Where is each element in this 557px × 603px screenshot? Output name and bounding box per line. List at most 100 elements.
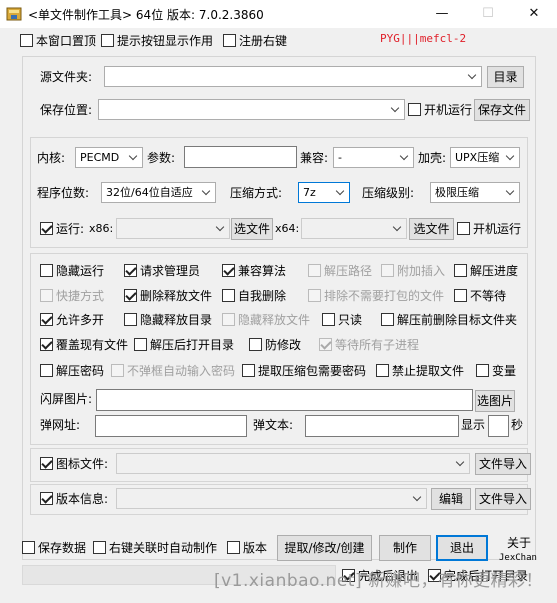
need-password-checkbox[interactable]: 提取压缩包需要密码 [242,364,366,378]
checkbox-icon [93,541,106,554]
version-info-checkbox[interactable]: 版本信息: [40,492,108,506]
param-input[interactable] [184,146,297,168]
delete-target-before-checkbox[interactable]: 解压前删除目标文件夹 [381,313,517,327]
exit-button[interactable]: 退出 [436,535,488,561]
dir-button[interactable]: 目录 [487,66,524,88]
compat-algo-checkbox[interactable]: 兼容算法 [222,264,286,278]
kernel-label: 内核: [37,151,66,165]
param-label: 参数: [147,151,176,165]
popup-text-label: 弹文本: [253,418,294,432]
checkbox-icon [124,289,137,302]
compat-combo[interactable]: - [333,147,414,168]
readonly-checkbox[interactable]: 只读 [322,313,362,327]
auto-password-checkbox[interactable]: 不弹框自动输入密码 [111,364,235,378]
shortcut-checkbox[interactable]: 快捷方式 [40,289,104,303]
checkbox-icon [40,313,53,326]
x86-combo[interactable] [116,218,230,239]
x64-combo[interactable] [301,218,407,239]
self-delete-checkbox[interactable]: 自我删除 [222,289,286,303]
extract-password-checkbox[interactable]: 解压密码 [40,364,104,378]
checkbox-icon [457,222,470,235]
hide-release-file-checkbox[interactable]: 隐藏释放文件 [222,313,310,327]
hide-run-checkbox[interactable]: 隐藏运行 [40,264,104,278]
icon-import-button[interactable]: 文件导入 [475,453,531,475]
icon-file-combo[interactable] [116,453,470,474]
minimize-button[interactable]: — [419,0,465,28]
about-author: JexChan [499,553,537,563]
popup-url-input[interactable] [95,415,247,437]
select-file-x64-button[interactable]: 选文件 [409,218,454,240]
maximize-button[interactable]: ☐ [465,0,511,28]
append-insert-checkbox[interactable]: 附加插入 [381,264,445,278]
checkbox-icon [376,364,389,377]
request-admin-checkbox[interactable]: 请求管理员 [124,264,200,278]
popup-text-input[interactable] [305,415,459,437]
rightclick-auto-make-checkbox[interactable]: 右键关联时自动制作 [93,541,217,555]
boot-run-checkbox[interactable]: 开机运行 [457,222,521,236]
anti-modify-checkbox[interactable]: 防修改 [249,338,301,352]
checkbox-icon [308,289,321,302]
about-link[interactable]: 关于 [507,536,531,550]
title-bar: <单文件制作工具> 64位 版本: 7.0.2.3860 — ☐ ✕ [0,0,557,28]
run-checkbox[interactable]: 运行: [40,222,84,236]
checkbox-icon [249,338,262,351]
delete-released-checkbox[interactable]: 删除释放文件 [124,289,212,303]
shell-combo[interactable]: UPX压缩 [450,147,520,168]
extract-progress-checkbox[interactable]: 解压进度 [454,264,518,278]
edit-button[interactable]: 编辑 [431,488,471,510]
save-location-combo[interactable] [98,99,405,120]
comp-level-combo[interactable]: 极限压缩 [430,182,520,203]
extract-modify-create-button[interactable]: 提取/修改/创建 [277,535,372,561]
make-button[interactable]: 制作 [379,535,431,561]
hide-release-dir-checkbox[interactable]: 隐藏释放目录 [124,313,212,327]
autorun-checkbox[interactable]: 开机运行 [408,103,472,117]
save-location-label: 保存位置: [40,103,93,117]
checkbox-icon [40,492,53,505]
version-checkbox[interactable]: 版本 [227,541,267,555]
checkbox-icon [124,313,137,326]
forbid-extract-checkbox[interactable]: 禁止提取文件 [376,364,464,378]
version-import-button[interactable]: 文件导入 [475,488,531,510]
kernel-combo[interactable]: PECMD [75,147,143,168]
checkbox-icon [222,289,235,302]
chevron-down-icon [335,186,345,196]
comp-method-combo[interactable]: 7z [298,182,350,203]
x64-label: x64: [275,222,300,235]
allow-multi-checkbox[interactable]: 允许多开 [40,313,104,327]
seconds-input[interactable] [488,415,509,437]
wait-children-checkbox[interactable]: 等待所有子进程 [319,338,419,352]
chevron-down-icon [505,151,515,161]
extract-path-checkbox[interactable]: 解压路径 [308,264,372,278]
overwrite-checkbox[interactable]: 覆盖现有文件 [40,338,128,352]
src-folder-combo[interactable] [104,66,482,87]
icon-file-checkbox[interactable]: 图标文件: [40,457,108,471]
chevron-down-icon [390,103,400,113]
checkbox-icon [408,103,421,116]
chevron-down-icon [505,186,515,196]
variable-checkbox[interactable]: 变量 [476,364,516,378]
checkbox-icon [124,264,137,277]
checkbox-icon [381,264,394,277]
checkbox-icon [227,541,240,554]
register-rightclick-checkbox[interactable]: 注册右键 [223,34,287,48]
bits-combo[interactable]: 32位/64位自适应 [101,182,216,203]
topmost-checkbox[interactable]: 本窗口置顶 [20,34,96,48]
checkbox-icon [454,289,467,302]
no-wait-checkbox[interactable]: 不等待 [454,289,506,303]
save-file-button[interactable]: 保存文件 [474,99,530,121]
version-info-combo[interactable] [116,488,427,509]
exclude-files-checkbox[interactable]: 排除不需要打包的文件 [308,289,444,303]
save-data-checkbox[interactable]: 保存数据 [22,541,86,555]
splash-input[interactable] [96,389,473,411]
checkbox-icon [101,34,114,47]
comp-level-label: 压缩级别: [362,186,415,200]
open-dir-after-checkbox[interactable]: 解压后打开目录 [134,338,234,352]
checkbox-icon [22,541,35,554]
show-tips-checkbox[interactable]: 提示按钮显示作用 [101,34,213,48]
close-button[interactable]: ✕ [511,0,557,28]
checkbox-icon [322,313,335,326]
chevron-down-icon [467,70,477,80]
select-file-x86-button[interactable]: 选文件 [231,218,273,240]
select-image-button[interactable]: 选图片 [475,390,515,412]
popup-url-label: 弹网址: [40,418,81,432]
